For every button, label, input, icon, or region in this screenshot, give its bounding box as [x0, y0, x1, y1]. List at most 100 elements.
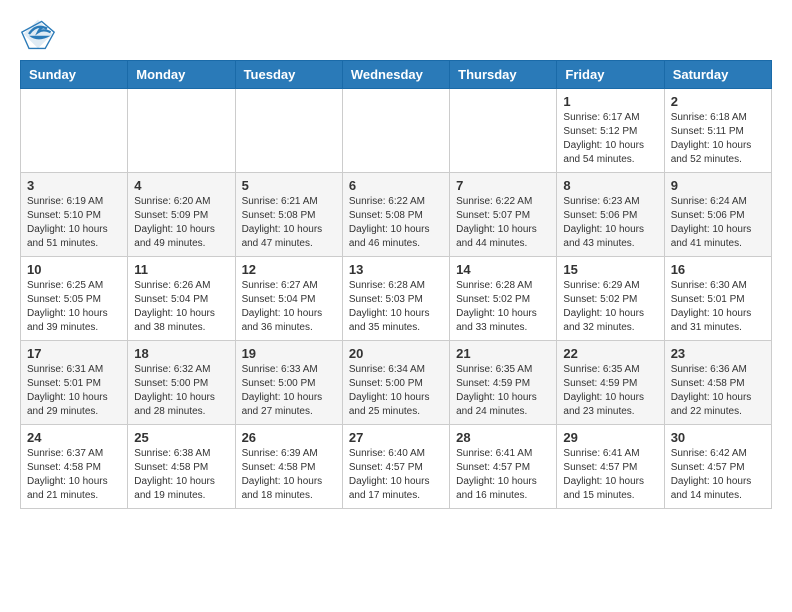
day-number: 23	[671, 346, 765, 361]
calendar-cell: 12Sunrise: 6:27 AM Sunset: 5:04 PM Dayli…	[235, 257, 342, 341]
logo-icon	[20, 16, 56, 52]
day-info: Sunrise: 6:28 AM Sunset: 5:03 PM Dayligh…	[349, 279, 443, 335]
day-info: Sunrise: 6:20 AM Sunset: 5:09 PM Dayligh…	[134, 195, 228, 251]
day-info: Sunrise: 6:28 AM Sunset: 5:02 PM Dayligh…	[456, 279, 550, 335]
day-info: Sunrise: 6:37 AM Sunset: 4:58 PM Dayligh…	[27, 447, 121, 503]
calendar-cell: 5Sunrise: 6:21 AM Sunset: 5:08 PM Daylig…	[235, 173, 342, 257]
calendar-cell: 11 Sunrise: 6:26 AM Sunset: 5:04 PM Dayli…	[128, 257, 235, 341]
calendar-cell: 18Sunrise: 6:32 AM Sunset: 5:00 PM Dayli…	[128, 341, 235, 425]
day-info: Sunrise: 6:21 AM Sunset: 5:08 PM Dayligh…	[242, 195, 336, 251]
calendar-week-row: 3 Sunrise: 6:19 AM Sunset: 5:10 PM Daylig…	[21, 173, 772, 257]
day-number: 14	[456, 262, 550, 277]
day-number: 25	[134, 430, 228, 445]
calendar-week-row: 10 Sunrise: 6:25 AM Sunset: 5:05 PM Dayli…	[21, 257, 772, 341]
calendar-cell: 23 Sunrise: 6:36 AM Sunset: 4:58 PM Dayli…	[664, 341, 771, 425]
calendar-cell: 1Sunrise: 6:17 AM Sunset: 5:12 PM Daylig…	[557, 89, 664, 173]
day-number: 19	[242, 346, 336, 361]
calendar-cell: 4 Sunrise: 6:20 AM Sunset: 5:09 PM Daylig…	[128, 173, 235, 257]
calendar-cell: 7 Sunrise: 6:22 AM Sunset: 5:07 PM Daylig…	[450, 173, 557, 257]
calendar-week-row: 24 Sunrise: 6:37 AM Sunset: 4:58 PM Dayli…	[21, 425, 772, 509]
day-info: Sunrise: 6:18 AM Sunset: 5:11 PM Dayligh…	[671, 111, 765, 167]
header	[20, 16, 772, 52]
day-info: Sunrise: 6:36 AM Sunset: 4:58 PM Dayligh…	[671, 363, 765, 419]
calendar-cell: 13 Sunrise: 6:28 AM Sunset: 5:03 PM Dayli…	[342, 257, 449, 341]
calendar-cell	[342, 89, 449, 173]
calendar-cell: 28 Sunrise: 6:41 AM Sunset: 4:57 PM Dayli…	[450, 425, 557, 509]
day-number: 7	[456, 178, 550, 193]
day-info: Sunrise: 6:19 AM Sunset: 5:10 PM Dayligh…	[27, 195, 121, 251]
weekday-header: Monday	[128, 61, 235, 89]
calendar-cell: 17 Sunrise: 6:31 AM Sunset: 5:01 PM Dayli…	[21, 341, 128, 425]
day-info: Sunrise: 6:22 AM Sunset: 5:08 PM Dayligh…	[349, 195, 443, 251]
day-number: 12	[242, 262, 336, 277]
day-info: Sunrise: 6:34 AM Sunset: 5:00 PM Dayligh…	[349, 363, 443, 419]
day-info: Sunrise: 6:42 AM Sunset: 4:57 PM Dayligh…	[671, 447, 765, 503]
day-info: Sunrise: 6:35 AM Sunset: 4:59 PM Dayligh…	[456, 363, 550, 419]
calendar-cell: 27 Sunrise: 6:40 AM Sunset: 4:57 PM Dayli…	[342, 425, 449, 509]
day-number: 13	[349, 262, 443, 277]
day-info: Sunrise: 6:40 AM Sunset: 4:57 PM Dayligh…	[349, 447, 443, 503]
calendar-cell: 2Sunrise: 6:18 AM Sunset: 5:11 PM Daylig…	[664, 89, 771, 173]
day-number: 24	[27, 430, 121, 445]
day-number: 29	[563, 430, 657, 445]
day-number: 21	[456, 346, 550, 361]
day-number: 11	[134, 262, 228, 277]
day-number: 30	[671, 430, 765, 445]
day-number: 15	[563, 262, 657, 277]
day-number: 10	[27, 262, 121, 277]
calendar-cell: 30 Sunrise: 6:42 AM Sunset: 4:57 PM Dayli…	[664, 425, 771, 509]
day-info: Sunrise: 6:41 AM Sunset: 4:57 PM Dayligh…	[563, 447, 657, 503]
day-number: 18	[134, 346, 228, 361]
day-number: 22	[563, 346, 657, 361]
day-number: 28	[456, 430, 550, 445]
logo	[20, 16, 60, 52]
day-number: 27	[349, 430, 443, 445]
calendar-cell: 8 Sunrise: 6:23 AM Sunset: 5:06 PM Daylig…	[557, 173, 664, 257]
day-info: Sunrise: 6:23 AM Sunset: 5:06 PM Dayligh…	[563, 195, 657, 251]
day-number: 3	[27, 178, 121, 193]
day-info: Sunrise: 6:24 AM Sunset: 5:06 PM Dayligh…	[671, 195, 765, 251]
calendar-cell	[128, 89, 235, 173]
calendar-cell: 14 Sunrise: 6:28 AM Sunset: 5:02 PM Dayli…	[450, 257, 557, 341]
day-number: 17	[27, 346, 121, 361]
day-info: Sunrise: 6:22 AM Sunset: 5:07 PM Dayligh…	[456, 195, 550, 251]
calendar-cell: 15 Sunrise: 6:29 AM Sunset: 5:02 PM Dayli…	[557, 257, 664, 341]
calendar-cell: 26 Sunrise: 6:39 AM Sunset: 4:58 PM Dayli…	[235, 425, 342, 509]
calendar-cell	[450, 89, 557, 173]
weekday-header: Saturday	[664, 61, 771, 89]
day-info: Sunrise: 6:35 AM Sunset: 4:59 PM Dayligh…	[563, 363, 657, 419]
calendar-cell: 21 Sunrise: 6:35 AM Sunset: 4:59 PM Dayli…	[450, 341, 557, 425]
day-number: 26	[242, 430, 336, 445]
calendar-cell: 22 Sunrise: 6:35 AM Sunset: 4:59 PM Dayli…	[557, 341, 664, 425]
day-info: Sunrise: 6:39 AM Sunset: 4:58 PM Dayligh…	[242, 447, 336, 503]
calendar-table: SundayMondayTuesdayWednesdayThursdayFrid…	[20, 60, 772, 509]
day-info: Sunrise: 6:38 AM Sunset: 4:58 PM Dayligh…	[134, 447, 228, 503]
day-number: 20	[349, 346, 443, 361]
day-info: Sunrise: 6:26 AM Sunset: 5:04 PM Dayligh…	[134, 279, 228, 335]
day-info: Sunrise: 6:30 AM Sunset: 5:01 PM Dayligh…	[671, 279, 765, 335]
weekday-header: Friday	[557, 61, 664, 89]
weekday-header: Tuesday	[235, 61, 342, 89]
day-number: 6	[349, 178, 443, 193]
day-info: Sunrise: 6:29 AM Sunset: 5:02 PM Dayligh…	[563, 279, 657, 335]
calendar-cell: 29 Sunrise: 6:41 AM Sunset: 4:57 PM Dayli…	[557, 425, 664, 509]
day-info: Sunrise: 6:41 AM Sunset: 4:57 PM Dayligh…	[456, 447, 550, 503]
day-info: Sunrise: 6:25 AM Sunset: 5:05 PM Dayligh…	[27, 279, 121, 335]
weekday-header: Sunday	[21, 61, 128, 89]
day-number: 16	[671, 262, 765, 277]
weekday-header-row: SundayMondayTuesdayWednesdayThursdayFrid…	[21, 61, 772, 89]
calendar-week-row: 17 Sunrise: 6:31 AM Sunset: 5:01 PM Dayli…	[21, 341, 772, 425]
day-number: 9	[671, 178, 765, 193]
calendar-cell: 19Sunrise: 6:33 AM Sunset: 5:00 PM Dayli…	[235, 341, 342, 425]
day-number: 4	[134, 178, 228, 193]
calendar-cell: 20 Sunrise: 6:34 AM Sunset: 5:00 PM Dayli…	[342, 341, 449, 425]
calendar-cell: 6 Sunrise: 6:22 AM Sunset: 5:08 PM Daylig…	[342, 173, 449, 257]
weekday-header: Wednesday	[342, 61, 449, 89]
calendar-cell: 10 Sunrise: 6:25 AM Sunset: 5:05 PM Dayli…	[21, 257, 128, 341]
calendar-cell: 16 Sunrise: 6:30 AM Sunset: 5:01 PM Dayli…	[664, 257, 771, 341]
calendar-cell: 24 Sunrise: 6:37 AM Sunset: 4:58 PM Dayli…	[21, 425, 128, 509]
calendar-cell: 9 Sunrise: 6:24 AM Sunset: 5:06 PM Daylig…	[664, 173, 771, 257]
day-number: 8	[563, 178, 657, 193]
day-info: Sunrise: 6:31 AM Sunset: 5:01 PM Dayligh…	[27, 363, 121, 419]
calendar-cell: 25 Sunrise: 6:38 AM Sunset: 4:58 PM Dayli…	[128, 425, 235, 509]
